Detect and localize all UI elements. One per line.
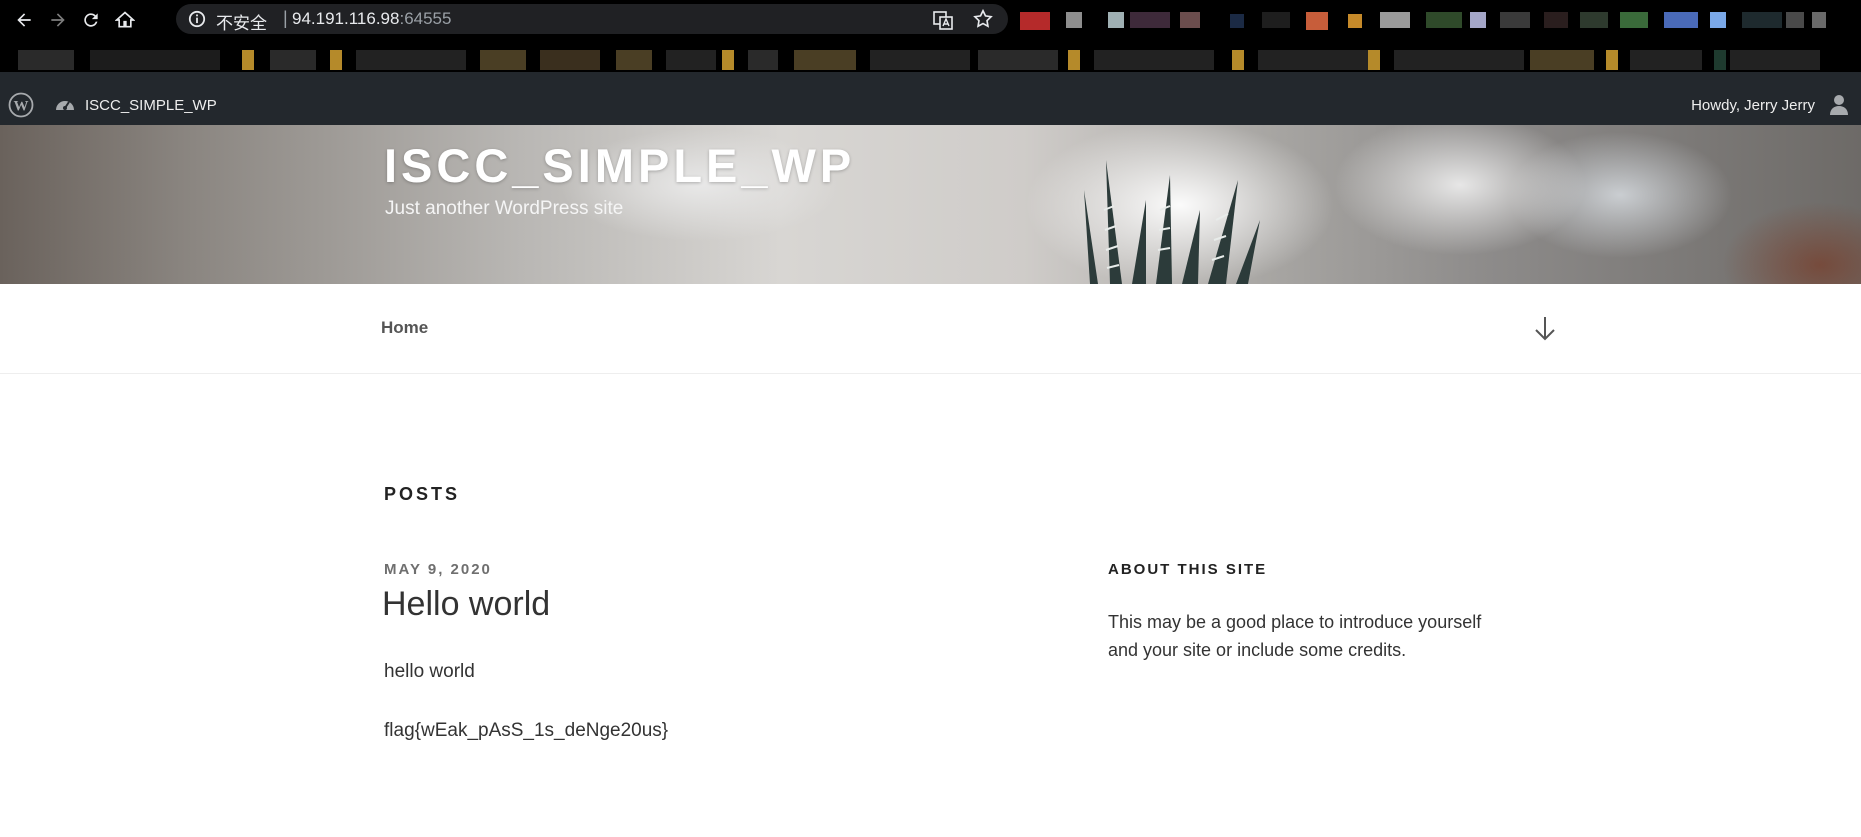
bookmark-item[interactable]	[356, 50, 466, 70]
extension-icon[interactable]	[1500, 12, 1530, 28]
widget-title: ABOUT THIS SITE	[1108, 561, 1268, 578]
extension-icon[interactable]	[1812, 12, 1826, 28]
bookmark-item[interactable]	[480, 50, 526, 70]
bookmark-item[interactable]	[1630, 50, 1702, 70]
bookmark-item[interactable]	[978, 50, 1058, 70]
extension-icon[interactable]	[1544, 12, 1568, 28]
site-header-image	[0, 125, 1861, 284]
admin-site-name-link[interactable]: ISCC_SIMPLE_WP	[85, 97, 217, 114]
post-paragraph-flag: flag{wEak_pAsS_1s_deNge20us}	[384, 720, 669, 741]
url-text[interactable]: 94.191.116.98:64555	[292, 9, 451, 29]
info-icon[interactable]	[188, 10, 206, 28]
arrow-down-icon[interactable]	[1532, 314, 1558, 344]
bookmark-item[interactable]	[540, 50, 600, 70]
bookmark-item[interactable]	[794, 50, 856, 70]
bookmark-item[interactable]	[242, 50, 254, 70]
bookmark-item[interactable]	[1394, 50, 1524, 70]
url-separator: |	[283, 8, 288, 28]
site-description: Just another WordPress site	[385, 198, 624, 219]
post-paragraph: hello world	[384, 661, 475, 682]
bookmark-item[interactable]	[722, 50, 734, 70]
svg-text:W: W	[14, 99, 29, 115]
main-navigation	[0, 284, 1861, 374]
bookmark-item[interactable]	[1714, 50, 1726, 70]
bookmark-item[interactable]	[1258, 50, 1368, 70]
star-icon[interactable]	[972, 8, 994, 30]
post-date-link[interactable]: MAY 9, 2020	[384, 561, 492, 578]
extension-icon[interactable]	[1710, 12, 1726, 28]
wp-admin-bar	[0, 72, 1861, 125]
extension-icon[interactable]	[1426, 12, 1462, 28]
extension-icon[interactable]	[1470, 12, 1486, 28]
extension-icon[interactable]	[1742, 12, 1782, 28]
back-icon[interactable]	[12, 8, 36, 32]
url-host: 94.191.116.98	[292, 9, 400, 28]
extension-icon[interactable]	[1130, 12, 1170, 28]
bookmark-item[interactable]	[870, 50, 970, 70]
extension-icon[interactable]	[1262, 12, 1290, 28]
extension-icon[interactable]	[1580, 12, 1608, 28]
extension-icon[interactable]	[1230, 14, 1244, 28]
extension-icon[interactable]	[1180, 12, 1200, 28]
url-port: :64555	[399, 9, 452, 28]
bookmark-item[interactable]	[1606, 50, 1618, 70]
bookmark-item[interactable]	[330, 50, 342, 70]
extension-icon[interactable]	[1348, 14, 1362, 28]
user-avatar-icon[interactable]	[1829, 94, 1849, 116]
bookmark-item[interactable]	[666, 50, 716, 70]
extension-icon[interactable]	[1620, 12, 1648, 28]
bookmark-item[interactable]	[616, 50, 652, 70]
home-icon[interactable]	[113, 8, 137, 32]
posts-heading: POSTS	[384, 484, 461, 504]
dashboard-icon[interactable]	[54, 94, 76, 114]
bookmark-item[interactable]	[1530, 50, 1594, 70]
extension-icon[interactable]	[1108, 12, 1124, 28]
bookmark-item[interactable]	[748, 50, 778, 70]
extension-icon[interactable]	[1786, 12, 1804, 28]
extension-icon[interactable]	[1306, 12, 1328, 30]
forward-icon[interactable]	[46, 8, 70, 32]
extension-icon[interactable]	[1020, 12, 1050, 30]
bookmark-item[interactable]	[18, 50, 74, 70]
translate-icon[interactable]	[932, 9, 954, 31]
howdy-user-link[interactable]: Howdy, Jerry Jerry	[1691, 97, 1815, 114]
site-title[interactable]: ISCC_SIMPLE_WP	[384, 138, 855, 193]
wordpress-logo-icon[interactable]: W	[8, 92, 34, 118]
reload-icon[interactable]	[79, 8, 103, 32]
bookmark-item[interactable]	[90, 50, 220, 70]
bookmark-item[interactable]	[270, 50, 316, 70]
widget-text: This may be a good place to introduce yo…	[1108, 612, 1482, 660]
bookmark-item[interactable]	[1232, 50, 1244, 70]
post-title-link[interactable]: Hello world	[382, 585, 550, 624]
plant-image	[1084, 160, 1260, 284]
bookmark-item[interactable]	[1368, 50, 1380, 70]
bookmark-item[interactable]	[1094, 50, 1214, 70]
extension-icon[interactable]	[1066, 12, 1082, 28]
extension-icon[interactable]	[1664, 12, 1698, 28]
bookmark-item[interactable]	[1730, 50, 1820, 70]
security-label[interactable]: 不安全	[216, 9, 267, 34]
extension-icon[interactable]	[1380, 12, 1410, 28]
nav-item-home[interactable]: Home	[381, 318, 428, 338]
bookmark-item[interactable]	[1068, 50, 1080, 70]
